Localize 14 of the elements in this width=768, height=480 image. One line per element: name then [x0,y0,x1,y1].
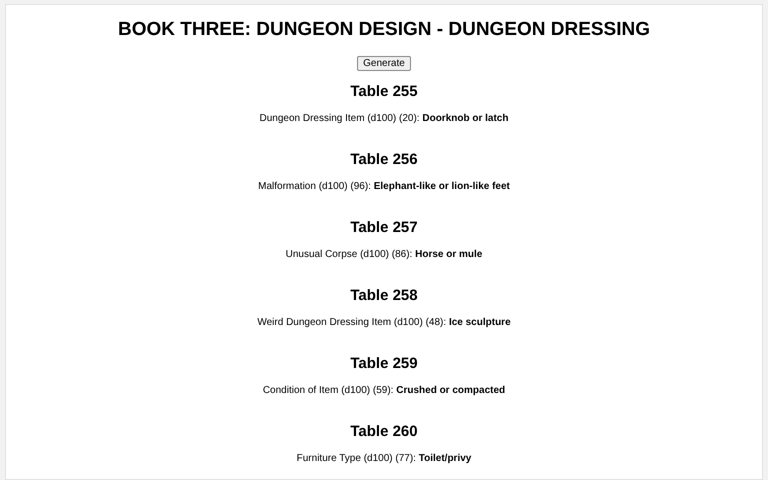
table-result: Unusual Corpse (d100) (86): Horse or mule [286,249,482,261]
table-heading: Table 255 [350,82,418,102]
table-heading: Table 260 [350,422,418,442]
table-heading: Table 256 [350,150,418,170]
table-heading: Table 259 [350,354,418,374]
table-result: Dungeon Dressing Item (d100) (20): Doorknob or latch [260,113,508,125]
table-result: Condition of Item (d100) (59): Crushed or compacted [262,385,506,397]
table-result: Malformation (d100) (96): Elephant-like or lion-like feet [258,181,510,193]
page-title: BOOK THREE: DUNGEON DESIGN - DUNGEON DRESSING [118,18,650,42]
table-result: Furniture Type (d100) (77): Toilet/privy [296,453,472,465]
table-heading: Table 257 [350,218,418,238]
generate-button[interactable]: Generate [357,56,411,71]
table-heading: Table 258 [350,286,418,306]
table-result: Weird Dungeon Dressing Item (d100) (48): Ice sculpture [257,317,511,329]
